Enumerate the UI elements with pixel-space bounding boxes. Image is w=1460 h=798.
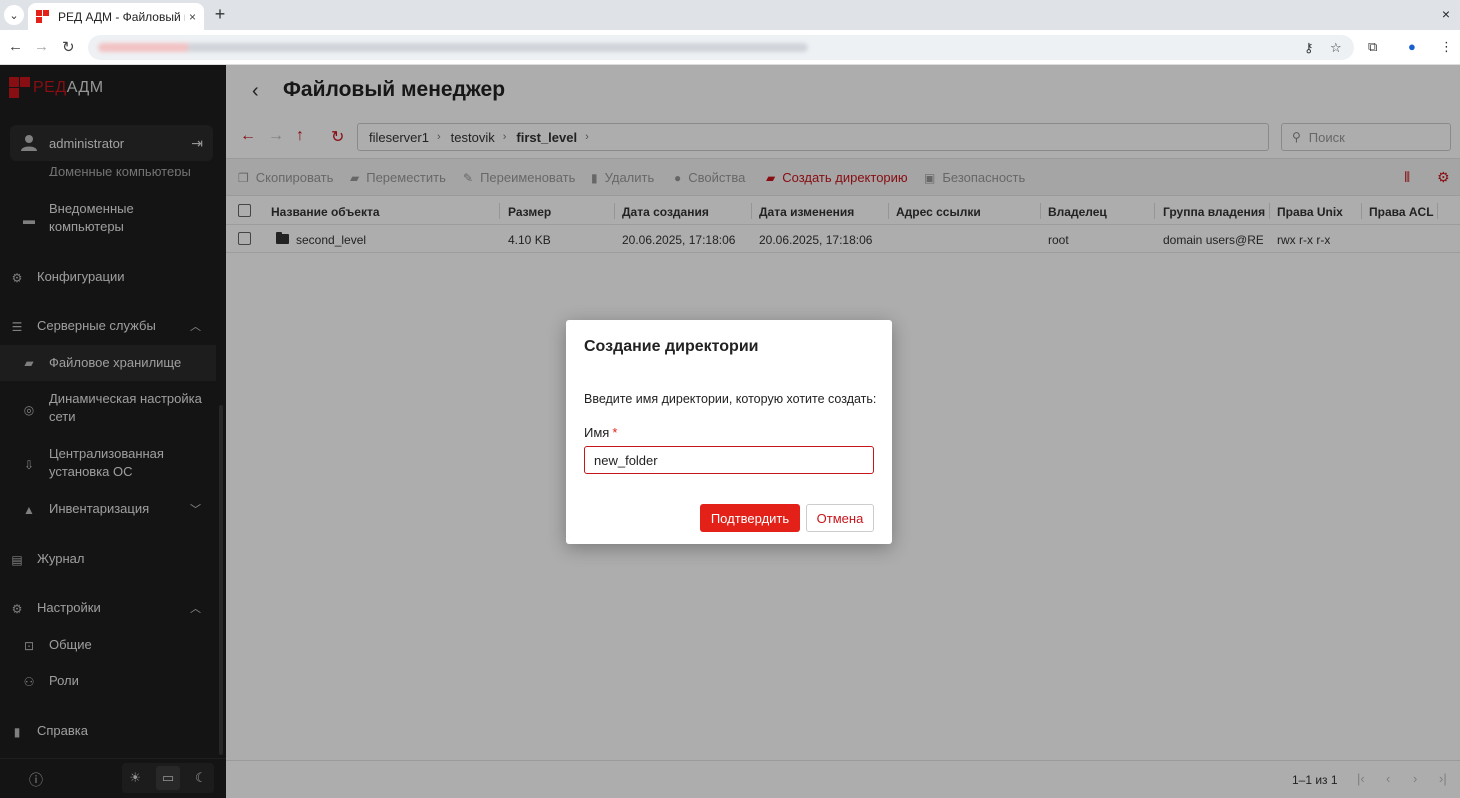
blurred-url <box>98 43 808 52</box>
bookmark-star-icon[interactable]: ☆ <box>1330 40 1342 56</box>
new-tab-button[interactable]: + <box>210 5 230 25</box>
create-directory-dialog: Создание директории Введите имя директор… <box>566 320 892 544</box>
name-label-text: Имя <box>584 425 610 440</box>
cancel-button[interactable]: Отмена <box>806 504 874 532</box>
required-mark: * <box>612 425 618 440</box>
profile-icon[interactable]: ● <box>1408 39 1416 54</box>
window-close-button[interactable]: × <box>1442 6 1450 22</box>
tab-close-icon[interactable]: × <box>189 10 196 24</box>
browser-address-bar: ← → ↻ ⚷ ☆ ⧉ ● ⋮ <box>0 30 1460 65</box>
directory-name-input[interactable] <box>584 446 874 474</box>
browser-reload-icon[interactable]: ↻ <box>62 38 75 56</box>
url-omnibox[interactable]: ⚷ ☆ <box>88 35 1354 60</box>
extensions-icon[interactable]: ⧉ <box>1368 39 1377 55</box>
tab-search-button[interactable]: ⌄ <box>4 5 24 25</box>
tab-title: РЕД АДМ - Файловый м <box>58 9 185 24</box>
browser-tab[interactable]: РЕД АДМ - Файловый м × <box>28 3 204 30</box>
browser-tab-bar: ⌄ РЕД АДМ - Файловый м × + × <box>0 0 1460 30</box>
browser-back-icon[interactable]: ← <box>8 38 23 55</box>
browser-menu-icon[interactable]: ⋮ <box>1440 39 1453 55</box>
confirm-button[interactable]: Подтвердить <box>700 504 800 532</box>
browser-forward-icon[interactable]: → <box>34 38 49 55</box>
dialog-title: Создание директории <box>584 338 759 355</box>
password-key-icon[interactable]: ⚷ <box>1304 40 1314 56</box>
red-adm-favicon-icon <box>36 9 50 24</box>
name-field-label: Имя * <box>584 425 617 440</box>
dialog-text: Введите имя директории, которую хотите с… <box>584 392 877 406</box>
